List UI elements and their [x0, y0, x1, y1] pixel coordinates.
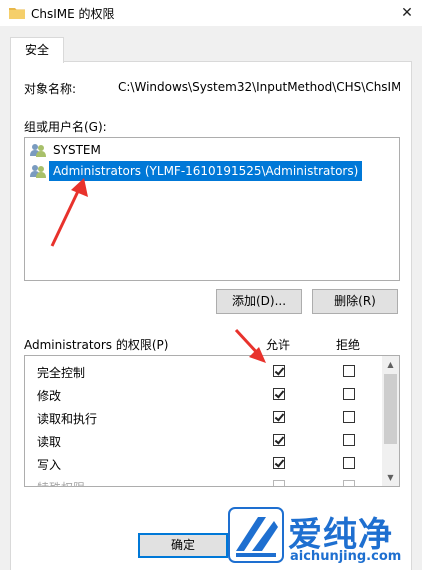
add-button[interactable]: 添加(D)... — [216, 289, 302, 314]
aichunjing-logo-icon — [228, 507, 284, 563]
scroll-up-icon[interactable]: ▲ — [382, 356, 399, 373]
permission-name: 修改 — [37, 389, 62, 403]
permission-row-special: 特殊权限 — [25, 475, 381, 486]
remove-button[interactable]: 删除(R) — [312, 289, 398, 314]
allow-checkbox[interactable] — [273, 434, 285, 446]
deny-checkbox[interactable] — [343, 411, 355, 423]
allow-checkbox[interactable] — [273, 388, 285, 400]
object-path: C:\Windows\System32\InputMethod\CHS\ChsI… — [118, 80, 400, 94]
window-title: ChsIME 的权限 — [31, 7, 115, 21]
object-name-label: 对象名称: — [24, 82, 77, 96]
deny-checkbox[interactable] — [343, 365, 355, 377]
ok-button[interactable]: 确定 — [138, 533, 228, 558]
user-group-icon — [30, 144, 46, 157]
permission-row-read-execute: 读取和执行 — [25, 406, 381, 429]
permission-row-read: 读取 — [25, 429, 381, 452]
permissions-scrollbar[interactable]: ▲ ▼ — [382, 356, 399, 486]
users-list-label: 组或用户名(G): — [24, 120, 107, 134]
list-item-label: Administrators (YLMF-1610191525\Administ… — [49, 161, 363, 181]
deny-checkbox[interactable] — [343, 457, 355, 469]
permission-name: 读取 — [37, 435, 62, 449]
tab-security[interactable]: 安全 — [10, 37, 64, 63]
permissions-label: Administrators 的权限(P) — [24, 338, 169, 352]
close-button[interactable]: ✕ — [392, 0, 422, 26]
permission-row-full-control: 完全控制 — [25, 360, 381, 383]
allow-checkbox[interactable] — [273, 365, 285, 377]
permissions-list: 完全控制 修改 读取和执行 读取 写入 特殊权限 ▲ ▼ — [24, 355, 400, 487]
folder-icon — [9, 8, 25, 19]
permission-name: 写入 — [37, 458, 62, 472]
permission-row-write: 写入 — [25, 452, 381, 475]
allow-column-header: 允许 — [266, 338, 291, 352]
allow-checkbox[interactable] — [273, 480, 285, 486]
list-item-label: SYSTEM — [53, 143, 101, 157]
deny-column-header: 拒绝 — [336, 338, 361, 352]
scroll-thumb[interactable] — [384, 374, 397, 444]
title-bar: ChsIME 的权限 ✕ — [0, 0, 422, 26]
allow-checkbox[interactable] — [273, 411, 285, 423]
permission-name: 读取和执行 — [37, 412, 98, 426]
permission-name: 完全控制 — [37, 366, 86, 380]
permission-name: 特殊权限 — [37, 479, 85, 486]
deny-checkbox[interactable] — [343, 388, 355, 400]
scroll-down-icon[interactable]: ▼ — [382, 469, 399, 486]
close-icon: ✕ — [401, 5, 413, 21]
allow-checkbox[interactable] — [273, 457, 285, 469]
deny-checkbox[interactable] — [343, 434, 355, 446]
watermark: 爱纯净 aichunjing.com — [228, 505, 418, 565]
deny-checkbox[interactable] — [343, 480, 355, 486]
user-group-icon — [30, 165, 46, 178]
users-listbox[interactable]: SYSTEM Administrators (YLMF-1610191525\A… — [24, 137, 400, 281]
permission-row-modify: 修改 — [25, 383, 381, 406]
watermark-url: aichunjing.com — [290, 549, 402, 564]
